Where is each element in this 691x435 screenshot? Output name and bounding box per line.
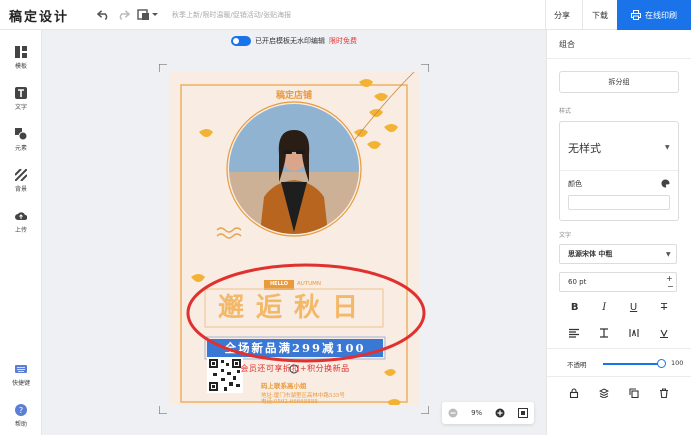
- share-button[interactable]: 分享: [554, 10, 570, 21]
- download-button[interactable]: 下载: [592, 10, 608, 21]
- sidebar-item-text[interactable]: 文字: [0, 87, 42, 111]
- watermark-text: 已开启模板无水印编辑: [255, 37, 325, 45]
- object-actions-row: [559, 388, 679, 398]
- text-section-label: 文字: [559, 232, 572, 239]
- text-format-row-2: [559, 328, 679, 338]
- watermark-toggle-bar: 已开启模板无水印编辑 限时免费: [42, 34, 546, 48]
- poster-contact[interactable]: 码上联系高小姐: [261, 380, 307, 390]
- poster-store-name[interactable]: 稿定店铺: [169, 88, 419, 101]
- layers-icon[interactable]: [599, 388, 609, 398]
- wave-decoration: [216, 227, 242, 239]
- chevron-down-icon: ▼: [666, 251, 671, 258]
- sidebar-item-help[interactable]: ? 帮助: [0, 404, 42, 428]
- watermark-toggle[interactable]: [231, 36, 251, 46]
- resize-dropdown-icon[interactable]: [137, 8, 159, 22]
- trash-icon[interactable]: [659, 388, 669, 398]
- document-filename[interactable]: 秋季上新/限时温暖/促销活动/张贴海报: [172, 10, 291, 20]
- sidebar-item-label: 快捷键: [11, 380, 30, 387]
- svg-text:?: ?: [19, 406, 23, 415]
- italic-icon[interactable]: I: [602, 302, 606, 313]
- font-size-stepper[interactable]: 60 pt + −: [559, 272, 677, 292]
- opacity-control: 不透明 100: [559, 356, 683, 372]
- bold-icon[interactable]: B: [571, 302, 579, 313]
- letter-spacing-icon[interactable]: [629, 328, 639, 338]
- app-logo: 稿定设计: [9, 10, 70, 25]
- panel-title: 组合: [559, 40, 575, 49]
- red-highlight-ellipse: [186, 263, 426, 363]
- palette-icon[interactable]: [661, 179, 670, 188]
- elements-icon: [15, 128, 27, 140]
- zoom-in-icon[interactable]: [495, 408, 505, 418]
- style-value: 无样式: [568, 142, 601, 155]
- sidebar-item-label: 元素: [14, 145, 27, 152]
- redo-icon[interactable]: [116, 8, 130, 22]
- keyboard-icon: [15, 365, 27, 373]
- sidebar-item-label: 背景: [14, 186, 27, 193]
- style-section-label: 样式: [559, 108, 572, 115]
- sidebar-item-label: 帮助: [14, 421, 27, 428]
- top-toolbar: 稿定设计 秋季上新/限时温暖/促销活动/张贴海报 分享 下载 在线印刷: [0, 0, 691, 30]
- sidebar-item-template[interactable]: 模板: [0, 46, 42, 70]
- ungroup-button[interactable]: 拆分组: [559, 71, 679, 93]
- sidebar-item-elements[interactable]: 元素: [0, 128, 42, 152]
- color-label: 颜色: [568, 180, 582, 188]
- sidebar-item-shortcuts[interactable]: 快捷键: [0, 363, 42, 387]
- sidebar-item-upload[interactable]: 上传: [0, 210, 42, 234]
- sidebar-item-background[interactable]: 背景: [0, 169, 42, 193]
- design-canvas[interactable]: 已开启模板无水印编辑 限时免费 稿定店铺 HELLO AUTUMN 邂逅秋日 全…: [42, 30, 546, 435]
- zoom-out-icon[interactable]: [448, 408, 458, 418]
- lock-icon[interactable]: [569, 388, 579, 398]
- font-family-value: 思源宋体 中粗: [568, 250, 613, 258]
- chevron-down-icon: ▼: [665, 144, 670, 151]
- text-icon: [15, 87, 27, 99]
- online-print-button[interactable]: 在线印刷: [617, 0, 691, 30]
- sidebar-item-label: 文字: [14, 104, 27, 111]
- strikethrough-icon[interactable]: T: [661, 302, 667, 313]
- font-size-value: 60 pt: [568, 278, 587, 286]
- font-family-select[interactable]: 思源宋体 中粗 ▼: [559, 244, 677, 264]
- left-sidebar: 模板 文字 元素 背景 上传 快捷键 ? 帮助: [0, 30, 42, 435]
- properties-panel: 组合 拆分组 样式 无样式 ▼ 颜色 文字 思源宋体 中粗 ▼ 60 pt + …: [546, 30, 691, 435]
- align-left-icon[interactable]: [569, 328, 579, 338]
- underline-icon[interactable]: U: [630, 302, 637, 313]
- background-icon: [15, 169, 27, 181]
- poster-phone[interactable]: 电话:0592-66668888: [261, 399, 318, 405]
- opacity-slider-track[interactable]: [603, 363, 661, 365]
- fit-screen-icon[interactable]: [517, 408, 528, 418]
- decrease-icon[interactable]: −: [667, 282, 674, 291]
- sidebar-item-label: 上传: [14, 227, 27, 234]
- opacity-label: 不透明: [567, 361, 587, 369]
- free-badge: 限时免费: [329, 37, 357, 45]
- editor-app: { "app": {"logo": "稿定设计"}, "toolbar": { …: [0, 0, 691, 435]
- zoom-control: 9%: [442, 402, 534, 424]
- template-icon: [15, 46, 27, 58]
- printer-icon: [631, 10, 641, 20]
- copy-icon[interactable]: [629, 388, 639, 398]
- print-label: 在线印刷: [645, 10, 677, 20]
- opacity-value: 100: [671, 359, 684, 367]
- poster-address[interactable]: 地址:厦门市湖里区高林中路535号: [261, 391, 345, 399]
- help-icon: ?: [15, 404, 27, 416]
- style-selector[interactable]: 无样式 ▼ 颜色: [559, 121, 679, 221]
- zoom-level: 9%: [471, 409, 483, 417]
- sidebar-item-label: 模板: [14, 63, 27, 70]
- upload-icon: [15, 212, 27, 220]
- line-height-icon[interactable]: [599, 328, 609, 338]
- undo-icon[interactable]: [96, 8, 110, 22]
- vertical-text-icon[interactable]: [659, 328, 669, 338]
- color-input[interactable]: [568, 195, 670, 210]
- opacity-slider-handle[interactable]: [657, 359, 666, 368]
- text-format-row-1: B I U T: [559, 302, 679, 313]
